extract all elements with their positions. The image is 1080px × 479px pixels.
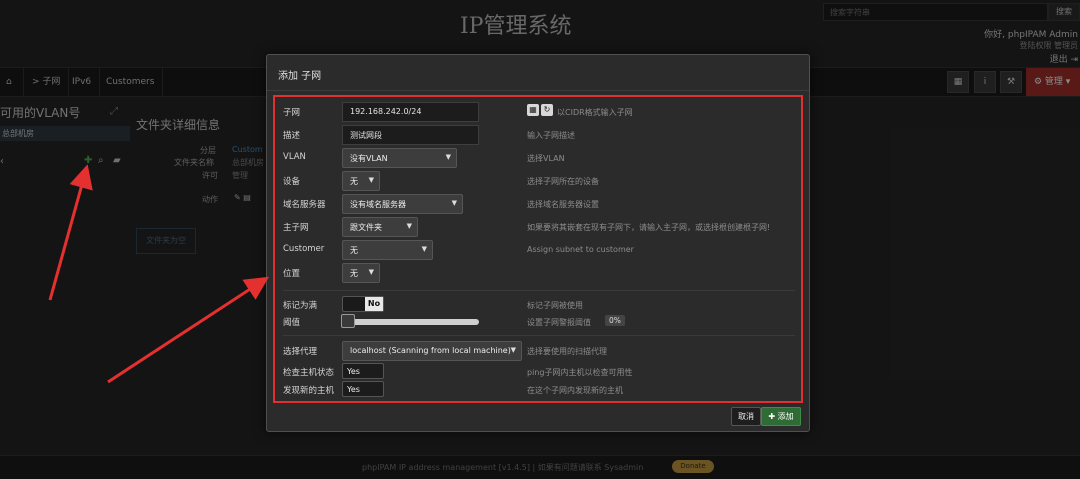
location-select-value: 无 [350, 269, 358, 278]
device-select-value: 无 [350, 177, 358, 186]
modal-title: 添加 子网 [278, 71, 322, 82]
subnet-label: 子网 [283, 108, 301, 118]
device-hint: 选择子网所在的设备 [527, 177, 599, 186]
modal-form: 子网 192.168.242.0/24 ▦ ↻ 以CIDR格式输入子网 描述 测… [273, 95, 803, 403]
row-ping-check: 检查主机状态 Yes ping子网内主机以检查可用性 [275, 362, 801, 382]
mark-full-label: 标记为满 [283, 301, 318, 311]
add-subnet-modal: 添加 子网 子网 192.168.242.0/24 ▦ ↻ 以CIDR格式输入子… [266, 54, 810, 432]
customer-select-value: 无 [350, 246, 358, 255]
chevron-down-icon: ▼ [451, 199, 457, 207]
location-select[interactable]: 无 ▼ [342, 263, 380, 283]
device-select[interactable]: 无 ▼ [342, 171, 380, 191]
row-dns: 域名服务器 没有域名服务器 ▼ 选择域名服务器设置 [275, 194, 801, 214]
discover-toggle[interactable]: Yes [342, 381, 384, 397]
divider [283, 335, 795, 336]
ping-check-label: 检查主机状态 [283, 368, 335, 378]
discover-label: 发现新的主机 [283, 386, 335, 396]
row-scan-agent: 选择代理 localhost (Scanning from local mach… [275, 341, 801, 361]
mark-full-hint: 标记子网被使用 [527, 301, 583, 310]
vlan-hint: 选择VLAN [527, 154, 565, 163]
modal-footer: 取消 ✚ 添加 [267, 403, 809, 431]
master-subnet-label: 主子网 [283, 223, 309, 233]
row-vlan: VLAN 没有VLAN ▼ 选择VLAN [275, 148, 801, 168]
threshold-badge: 0% [605, 315, 625, 326]
threshold-slider-handle[interactable] [341, 314, 355, 328]
scan-agent-select[interactable]: localhost (Scanning from local machine) ▼ [342, 341, 522, 361]
chevron-down-icon: ▼ [368, 268, 374, 276]
subnet-hint: 以CIDR格式输入子网 [557, 108, 633, 117]
refresh-icon[interactable]: ↻ [541, 104, 553, 116]
customer-select[interactable]: 无 ▼ [342, 240, 433, 260]
chevron-down-icon: ▼ [510, 346, 516, 354]
ping-check-hint: ping子网内主机以检查可用性 [527, 368, 633, 377]
add-button[interactable]: ✚ 添加 [761, 407, 801, 426]
scan-agent-label: 选择代理 [283, 347, 318, 357]
scan-agent-hint: 选择要使用的扫描代理 [527, 347, 607, 356]
customer-hint: Assign subnet to customer [527, 245, 634, 254]
master-subnet-select[interactable]: 跟文件夹 ▼ [342, 217, 418, 237]
threshold-hint: 设置子网警报阈值 [527, 318, 591, 327]
description-hint: 输入子网描述 [527, 131, 575, 140]
description-input[interactable]: 测试网段 [342, 125, 479, 145]
row-device: 设备 无 ▼ 选择子网所在的设备 [275, 171, 801, 191]
description-label: 描述 [283, 131, 301, 141]
vlan-select[interactable]: 没有VLAN ▼ [342, 148, 457, 168]
chevron-down-icon: ▼ [421, 245, 427, 253]
customer-label: Customer [283, 244, 325, 254]
subnet-input[interactable]: 192.168.242.0/24 [342, 102, 479, 122]
threshold-label: 阈值 [283, 318, 301, 328]
divider [283, 290, 795, 291]
row-subnet: 子网 192.168.242.0/24 ▦ ↻ 以CIDR格式输入子网 [275, 102, 801, 122]
device-label: 设备 [283, 177, 301, 187]
scan-agent-value: localhost (Scanning from local machine) [350, 346, 511, 355]
row-description: 描述 测试网段 输入子网描述 [275, 125, 801, 145]
row-discover-hosts: 发现新的主机 Yes 在这个子网内发现新的主机 [275, 380, 801, 400]
row-customer: Customer 无 ▼ Assign subnet to customer [275, 240, 801, 260]
row-threshold: 阈值 设置子网警报阈值 0% [275, 312, 801, 332]
ping-check-toggle[interactable]: Yes [342, 363, 384, 379]
mark-full-toggle-label: No [365, 297, 383, 311]
vlan-label: VLAN [283, 152, 306, 162]
row-master-subnet: 主子网 跟文件夹 ▼ 如果要将其嵌套在现有子网下，请输入主子网，或选择根创建根子网… [275, 217, 801, 237]
dns-label: 域名服务器 [283, 200, 326, 210]
location-label: 位置 [283, 269, 301, 279]
chevron-down-icon: ▼ [445, 153, 451, 161]
master-subnet-hint: 如果要将其嵌套在现有子网下，请输入主子网，或选择根创建根子网! [527, 223, 771, 232]
chevron-down-icon: ▼ [406, 222, 412, 230]
cancel-button[interactable]: 取消 [731, 407, 761, 426]
master-subnet-value: 跟文件夹 [350, 223, 382, 232]
dns-select-value: 没有域名服务器 [350, 200, 406, 209]
discover-hint: 在这个子网内发现新的主机 [527, 386, 623, 395]
modal-header: 添加 子网 [267, 55, 809, 91]
vlan-select-value: 没有VLAN [350, 154, 388, 163]
mark-full-toggle[interactable]: No [342, 296, 384, 312]
threshold-slider[interactable] [343, 319, 479, 325]
subnet-grid-icon[interactable]: ▦ [527, 104, 539, 116]
row-location: 位置 无 ▼ [275, 263, 801, 283]
dns-hint: 选择域名服务器设置 [527, 200, 599, 209]
dns-select[interactable]: 没有域名服务器 ▼ [342, 194, 463, 214]
chevron-down-icon: ▼ [368, 176, 374, 184]
